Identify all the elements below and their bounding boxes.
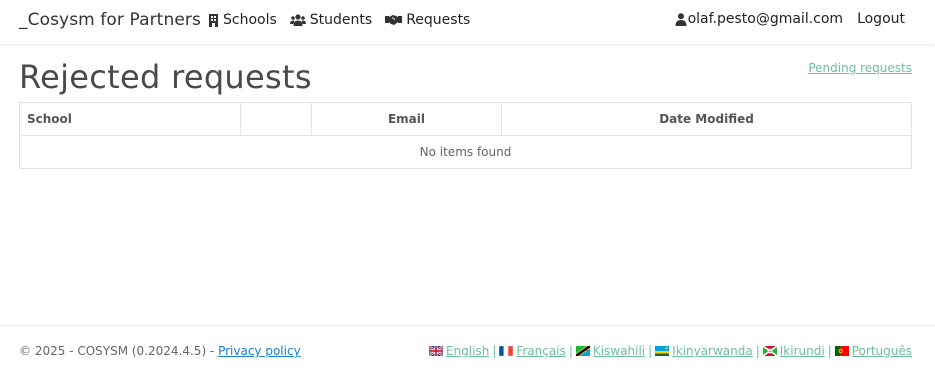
footer-copyright: © 2025 - COSYSM (0.2024.4.5) - Privacy p… [19,344,301,358]
user-icon [675,12,687,26]
france-flag-icon [499,346,514,356]
lang-english[interactable]: English [428,344,490,358]
page-title: Rejected requests [19,58,312,96]
brand-title[interactable]: _Cosysm for Partners [19,10,201,30]
separator: | [827,344,832,358]
nav-students-label: Students [309,12,373,28]
handshake-icon [385,15,403,25]
user-account[interactable]: olaf.pesto@gmail.com [675,11,843,27]
column-header-date-modified[interactable]: Date Modified [501,102,912,136]
table-row: No items found [20,136,912,169]
logout-link[interactable]: Logout [857,11,905,27]
portugal-flag-icon [834,346,849,356]
lang-kinyarwanda[interactable]: Ikinyarwanda [655,344,753,358]
nav-schools[interactable]: Schools [208,12,277,28]
requests-table: School Email Date Modified No items foun… [19,102,912,169]
privacy-policy-link[interactable]: Privacy policy [218,344,301,358]
lang-label: Português [851,344,912,358]
nav-right: olaf.pesto@gmail.com Logout [675,11,905,27]
lang-label: English [445,344,490,358]
separator: | [648,344,653,358]
users-icon [289,14,306,26]
copyright-text: © 2025 - COSYSM (0.2024.4.5) - [19,344,219,358]
lang-label: Ikirundi [779,344,825,358]
column-header-email[interactable]: Email [311,102,502,136]
lang-label: Kiswahili [592,344,646,358]
column-header-school[interactable]: School [19,102,241,136]
nav-schools-label: Schools [223,12,277,28]
empty-table-message: No items found [419,145,512,159]
rwanda-flag-icon [655,346,670,356]
uk-flag-icon [428,346,443,356]
user-email: olaf.pesto@gmail.com [687,11,844,27]
language-switcher: English | Français | Kiswahili | Ikinyar… [428,344,912,358]
lang-label: Ikinyarwanda [672,344,753,358]
tanzania-flag-icon [575,346,590,356]
top-navbar: _Cosysm for Partners Schools Students Re… [0,0,935,44]
building-icon [209,13,218,27]
separator: | [755,344,760,358]
separator: | [568,344,573,358]
nav-requests-label: Requests [406,12,471,28]
lang-french[interactable]: Français [499,344,566,358]
lang-portuguese[interactable]: Português [834,344,912,358]
lang-kiswahili[interactable]: Kiswahili [575,344,646,358]
lang-kirundi[interactable]: Ikirundi [762,344,825,358]
nav-links: Schools Students Requests [208,12,483,28]
nav-students[interactable]: Students [289,12,373,28]
table-header-row: School Email Date Modified [19,102,912,136]
separator: | [492,344,497,358]
burundi-flag-icon [762,346,777,356]
pending-requests-link[interactable]: Pending requests [808,61,912,75]
nav-requests[interactable]: Requests [385,12,470,28]
lang-label: Français [516,344,566,358]
column-header-blank [240,102,312,136]
footer: © 2025 - COSYSM (0.2024.4.5) - Privacy p… [0,325,935,371]
